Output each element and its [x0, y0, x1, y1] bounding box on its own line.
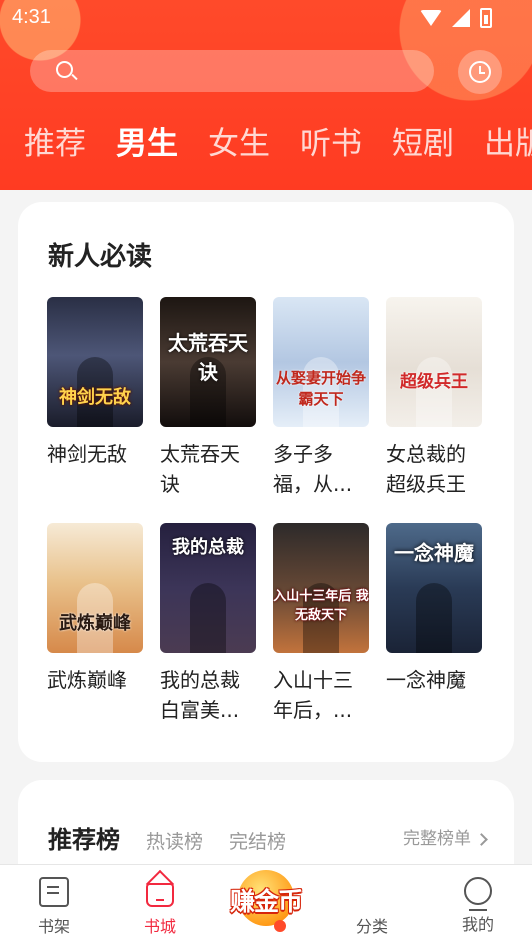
tab-male[interactable]: 男生	[116, 122, 178, 166]
book-title[interactable]: 女总裁的超级兵王	[386, 439, 482, 499]
book-item[interactable]: 我的总裁 我的总裁白富美...	[160, 523, 256, 749]
cover-title: 入山十三年后 我无敌天下	[273, 589, 369, 623]
status-bar: 4:31	[0, 0, 532, 36]
full-ranking-label: 完整榜单	[403, 829, 471, 849]
tab-recommend[interactable]: 推荐	[24, 122, 86, 166]
book-cover[interactable]: 神剑无敌	[47, 297, 143, 427]
history-button[interactable]	[458, 50, 502, 94]
ranking-tab-hot[interactable]: 热读榜	[146, 827, 203, 854]
cover-title: 我的总裁	[172, 537, 244, 558]
book-title[interactable]: 武炼巅峰	[47, 665, 143, 725]
cover-title: 一念神魔	[394, 541, 474, 565]
book-item[interactable]: 武炼巅峰 武炼巅峰	[47, 523, 143, 749]
book-item[interactable]: 太荒吞天诀 太荒吞天诀	[160, 297, 256, 523]
tab-publish[interactable]: 出版	[484, 122, 532, 166]
book-title[interactable]: 入山十三年后，...	[273, 665, 369, 725]
book-item[interactable]: 一念神魔 一念神魔	[386, 523, 482, 749]
cover-title: 武炼巅峰	[59, 613, 131, 634]
nav-me[interactable]: 我的	[438, 877, 518, 935]
book-item[interactable]: 神剑无敌 神剑无敌	[47, 297, 143, 523]
book-title[interactable]: 太荒吞天诀	[160, 439, 256, 499]
book-cover[interactable]: 我的总裁	[160, 523, 256, 653]
book-cover[interactable]: 超级兵王	[386, 297, 482, 427]
nav-label: 书城	[143, 917, 176, 936]
earn-coins-button[interactable]: 赚金币	[220, 868, 312, 932]
tab-audiobook[interactable]: 听书	[300, 122, 362, 166]
category-tabs: 推荐 男生 女生 听书 短剧 出版	[24, 122, 532, 166]
book-title[interactable]: 我的总裁白富美...	[160, 665, 256, 725]
wifi-icon	[420, 10, 442, 26]
search-icon	[56, 61, 73, 78]
nav-label: 我的	[461, 915, 494, 934]
book-item[interactable]: 入山十三年后 我无敌天下 入山十三年后，...	[273, 523, 369, 749]
home-icon	[146, 883, 174, 907]
nav-bookstore[interactable]: 书城	[120, 877, 200, 937]
book-title[interactable]: 神剑无敌	[47, 439, 143, 499]
status-time: 4:31	[12, 6, 51, 28]
book-cover[interactable]: 一念神魔	[386, 523, 482, 653]
ranking-tab-finished[interactable]: 完结榜	[229, 827, 286, 854]
system-icons	[420, 8, 492, 28]
bookshelf-icon	[39, 877, 69, 907]
battery-icon	[480, 8, 492, 28]
header: 4:31 推荐 男生 女生 听书 短剧 出版	[0, 0, 532, 190]
ranking-header: 推荐榜 热读榜 完结榜	[48, 820, 286, 855]
clock-icon	[469, 61, 491, 83]
profile-icon	[464, 877, 492, 911]
nav-label: 分类	[355, 917, 388, 936]
coin-dot-icon	[274, 920, 286, 932]
chevron-right-icon	[475, 833, 488, 846]
book-title[interactable]: 一念神魔	[386, 665, 482, 725]
section-title: 新人必读	[48, 242, 153, 272]
nav-category[interactable]: 分类	[332, 877, 412, 937]
cover-title: 太荒吞天诀	[168, 331, 248, 384]
tab-female[interactable]: 女生	[208, 122, 270, 166]
book-item[interactable]: 超级兵王 女总裁的超级兵王	[386, 297, 482, 523]
cover-title: 超级兵王	[400, 372, 468, 392]
nav-label: 书架	[37, 917, 70, 936]
tab-short-drama[interactable]: 短剧	[392, 122, 454, 166]
nav-bookshelf[interactable]: 书架	[14, 877, 94, 937]
book-grid: 神剑无敌 神剑无敌 太荒吞天诀 太荒吞天诀 从娶妻开始争霸天下 多子多福，从..…	[47, 297, 487, 749]
search-input[interactable]	[30, 50, 434, 92]
signal-icon	[452, 9, 470, 27]
book-item[interactable]: 从娶妻开始争霸天下 多子多福，从...	[273, 297, 369, 523]
book-cover[interactable]: 从娶妻开始争霸天下	[273, 297, 369, 427]
book-cover[interactable]: 太荒吞天诀	[160, 297, 256, 427]
book-cover[interactable]: 入山十三年后 我无敌天下	[273, 523, 369, 653]
ranking-title[interactable]: 推荐榜	[48, 820, 120, 855]
new-reader-section: 新人必读 神剑无敌 神剑无敌 太荒吞天诀 太荒吞天诀 从娶妻开始争霸天下 多子多…	[18, 202, 514, 762]
cover-title: 神剑无敌	[59, 387, 131, 408]
category-icon	[357, 877, 387, 907]
earn-coins-label: 赚金币	[229, 887, 303, 916]
book-title[interactable]: 多子多福，从...	[273, 439, 369, 499]
book-cover[interactable]: 武炼巅峰	[47, 523, 143, 653]
cover-title: 从娶妻开始争霸天下	[275, 369, 366, 408]
full-ranking-link[interactable]: 完整榜单	[403, 824, 488, 849]
